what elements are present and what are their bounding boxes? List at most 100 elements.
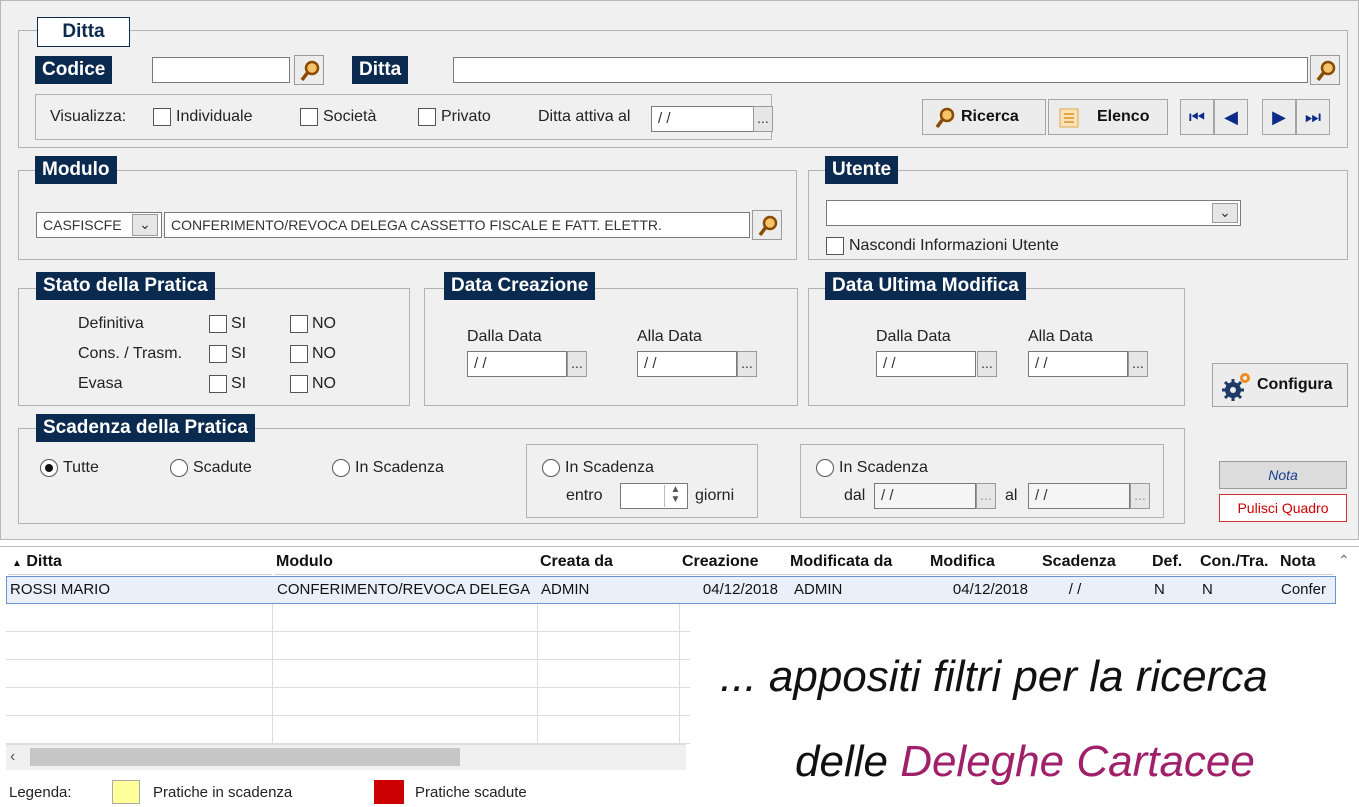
first-record-button[interactable]: ⏮ (1180, 99, 1214, 135)
overlay-highlight: Deleghe Cartacee (900, 737, 1255, 786)
stepper-arrows-icon[interactable]: ▲ ▼ (664, 485, 686, 507)
pulisci-quadro-button[interactable]: Pulisci Quadro (1219, 494, 1347, 522)
tab-ditta[interactable]: Ditta (37, 17, 130, 47)
definitiva-no-label: NO (312, 315, 336, 332)
col-header-ditta[interactable]: ▲ Ditta (8, 548, 272, 575)
elenco-button[interactable]: Elenco (1048, 99, 1168, 135)
configura-button[interactable]: Configura (1212, 363, 1348, 407)
modifica-dalla-picker[interactable]: ... (977, 351, 997, 377)
tutte-radio[interactable] (40, 459, 58, 477)
ditta-attiva-input[interactable]: / / (651, 106, 754, 132)
nota-button[interactable]: Nota (1219, 461, 1347, 489)
cell-modifica: 04/12/2018 (952, 581, 1028, 598)
tutte-label: Tutte (63, 459, 99, 476)
chevron-down-icon: ⌄ (1219, 204, 1231, 220)
in-scadenza-dal-label: In Scadenza (839, 459, 928, 476)
codice-input[interactable] (152, 57, 290, 83)
evasa-si-checkbox[interactable] (209, 375, 227, 393)
modifica-dalla-input[interactable]: / / (876, 351, 976, 377)
utente-dropdown-button[interactable]: ⌄ (1212, 203, 1238, 223)
col-header-def[interactable]: Def. (1150, 548, 1198, 575)
data-modifica-title: Data Ultima Modifica (825, 272, 1026, 300)
cons-trasm-si-label: SI (231, 345, 247, 362)
legend-scadute: Pratiche scadute (415, 784, 527, 801)
visualizza-label: Visualizza: (50, 108, 127, 125)
codice-search-button[interactable] (294, 55, 324, 85)
overlay-line-2-prefix: delle (795, 737, 901, 786)
col-header-modificata-da[interactable]: Modificata da (788, 548, 928, 575)
cell-scadenza: / / (1068, 581, 1082, 598)
next-record-button[interactable]: ▶ (1262, 99, 1296, 135)
modulo-search-button[interactable] (752, 210, 782, 240)
codice-label: Codice (35, 56, 113, 84)
ditta-search-button[interactable] (1310, 55, 1340, 85)
scroll-up-icon[interactable]: ⌃ (1338, 552, 1350, 569)
modifica-alla-input[interactable]: / / (1028, 351, 1128, 377)
scroll-left-icon[interactable]: ‹ (10, 748, 15, 766)
legend-yellow-swatch (112, 780, 140, 804)
in-scadenza-dal-radio[interactable] (816, 459, 834, 477)
col-header-nota[interactable]: Nota (1278, 548, 1334, 575)
sort-asc-icon: ▲ (12, 558, 22, 569)
definitiva-no-checkbox[interactable] (290, 315, 308, 333)
scadenza-dal-input[interactable]: / / (874, 483, 976, 509)
scadute-label: Scadute (193, 459, 252, 476)
elenco-label: Elenco (1097, 108, 1150, 125)
utente-select[interactable] (826, 200, 1241, 226)
nascondi-checkbox[interactable] (826, 237, 844, 255)
in-scadenza-entro-radio[interactable] (542, 459, 560, 477)
modulo-dropdown-button[interactable]: ⌄ (132, 214, 158, 236)
societa-checkbox[interactable] (300, 108, 318, 126)
modifica-alla-picker[interactable]: ... (1128, 351, 1148, 377)
modifica-dalla-label: Dalla Data (876, 328, 951, 345)
cell-def: N (1154, 581, 1165, 598)
gear-icon (1222, 373, 1250, 401)
col-header-modulo[interactable]: Modulo (274, 548, 538, 575)
al-label: al (1005, 487, 1018, 504)
in-scadenza-entro-label: In Scadenza (565, 459, 654, 476)
search-icon (758, 215, 778, 237)
col-header-creata-da[interactable]: Creata da (538, 548, 680, 575)
legend-red-swatch (374, 780, 404, 804)
evasa-no-label: NO (312, 375, 336, 392)
last-record-button[interactable]: ⏭ (1296, 99, 1330, 135)
first-icon: ⏮ (1188, 107, 1206, 127)
cons-trasm-no-checkbox[interactable] (290, 345, 308, 363)
scadenza-al-picker[interactable]: ... (1130, 483, 1150, 509)
ditta-attiva-label: Ditta attiva al (538, 108, 631, 125)
search-icon (935, 107, 955, 129)
privato-label: Privato (441, 108, 491, 125)
ricerca-button[interactable]: Ricerca (922, 99, 1046, 135)
privato-checkbox[interactable] (418, 108, 436, 126)
col-header-creazione[interactable]: Creazione (680, 548, 788, 575)
scadute-radio[interactable] (170, 459, 188, 477)
col-header-scadenza[interactable]: Scadenza (1040, 548, 1150, 575)
ditta-attiva-picker[interactable]: ... (753, 106, 773, 132)
evasa-no-checkbox[interactable] (290, 375, 308, 393)
ditta-input[interactable] (453, 57, 1308, 83)
cell-modificata-da: ADMIN (794, 581, 843, 598)
scadenza-al-input[interactable]: / / (1028, 483, 1130, 509)
giorni-label: giorni (695, 487, 735, 504)
definitiva-si-label: SI (231, 315, 247, 332)
creazione-dalla-picker[interactable]: ... (567, 351, 587, 377)
data-creazione-panel (424, 288, 798, 406)
individuale-checkbox[interactable] (153, 108, 171, 126)
col-header-modifica[interactable]: Modifica (928, 548, 1040, 575)
in-scadenza-radio[interactable] (332, 459, 350, 477)
creazione-alla-picker[interactable]: ... (737, 351, 757, 377)
definitiva-si-checkbox[interactable] (209, 315, 227, 333)
modulo-description-input[interactable]: CONFERIMENTO/REVOCA DELEGA CASSETTO FISC… (164, 212, 750, 238)
scadenza-dal-picker[interactable]: ... (976, 483, 996, 509)
creazione-alla-input[interactable]: / / (637, 351, 737, 377)
prev-record-button[interactable]: ◀ (1214, 99, 1248, 135)
legend-label: Legenda: (9, 784, 72, 801)
cons-trasm-si-checkbox[interactable] (209, 345, 227, 363)
data-creazione-title: Data Creazione (444, 272, 596, 300)
scrollbar-thumb[interactable] (30, 748, 460, 766)
col-header-con-tra[interactable]: Con./Tra. (1198, 548, 1278, 575)
stato-title: Stato della Pratica (36, 272, 215, 300)
creazione-dalla-input[interactable]: / / (467, 351, 567, 377)
entro-label: entro (566, 487, 603, 504)
prev-icon: ◀ (1224, 107, 1238, 127)
